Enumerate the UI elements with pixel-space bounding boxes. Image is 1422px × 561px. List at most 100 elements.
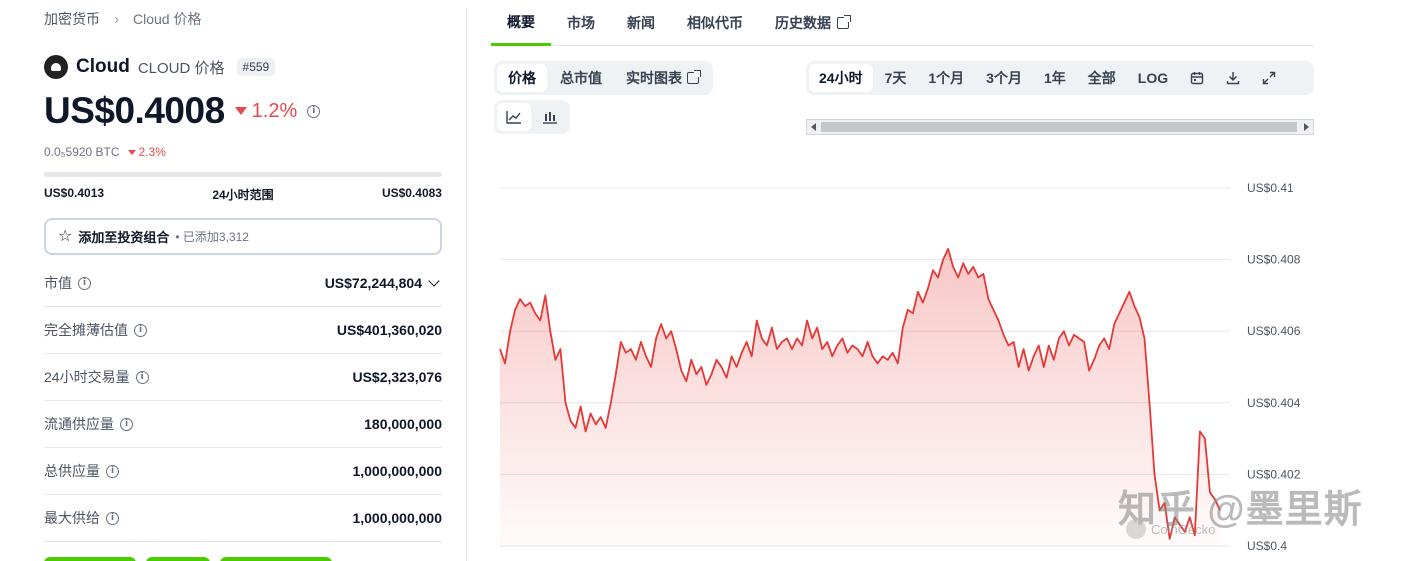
range-progress-bar — [44, 172, 442, 177]
info-icon[interactable]: i — [106, 464, 119, 478]
external-link-icon — [687, 70, 701, 84]
coingecko-logo-icon — [1126, 519, 1146, 539]
download-button[interactable] — [1216, 64, 1250, 92]
info-icon[interactable]: i — [120, 417, 133, 431]
caret-down-icon — [234, 107, 247, 115]
tab-similar-coins[interactable]: 相似代币 — [671, 0, 759, 46]
candlestick-icon — [543, 112, 557, 124]
stat-label: 流通供应量 — [44, 416, 114, 432]
portfolio-label: 添加至投资组合 — [78, 230, 170, 245]
range-24h-button[interactable]: 24小时 — [809, 64, 873, 92]
stat-row-max-supply: 最大供给 i 1,000,000,000 — [44, 495, 442, 542]
range-3m-button[interactable]: 3个月 — [976, 64, 1032, 92]
price-change-24h: 1.2% — [234, 99, 298, 123]
info-icon[interactable]: i — [307, 104, 321, 118]
column-divider — [466, 8, 467, 561]
coin-name: Cloud — [76, 56, 130, 77]
action-button[interactable] — [44, 557, 136, 561]
range-1y-button[interactable]: 1年 — [1034, 64, 1076, 92]
info-icon[interactable]: i — [106, 511, 119, 525]
calendar-button[interactable] — [1180, 64, 1214, 92]
action-button[interactable] — [220, 557, 332, 561]
stat-row-volume: 24小时交易量 i US$2,323,076 — [44, 354, 442, 401]
range-7d-button[interactable]: 7天 — [875, 64, 917, 92]
y-tick-label: US$0.404 — [1247, 396, 1301, 410]
chevron-right-icon: › — [114, 10, 119, 28]
range-high: US$0.4083 — [381, 186, 442, 200]
tab-overview[interactable]: 概要 — [491, 0, 551, 46]
external-link-icon — [837, 15, 851, 29]
btc-price-row: 0.0₅5920 BTC 2.3% — [44, 145, 166, 159]
stat-row-total-supply: 总供应量 i 1,000,000,000 — [44, 448, 442, 495]
y-tick-label: US$0.41 — [1247, 181, 1294, 195]
range-low: US$0.4013 — [44, 186, 105, 200]
main-tabs: 概要 市场 新闻 相似代币 历史数据 — [491, 0, 1314, 46]
stat-row-market-cap[interactable]: 市值 i US$72,244,804 — [44, 260, 442, 307]
add-to-portfolio-button[interactable]: ☆ 添加至投资组合 • 已添加3,312 — [44, 218, 442, 255]
stat-row-circulating-supply: 流通供应量 i 180,000,000 — [44, 401, 442, 448]
stat-value: US$401,360,020 — [336, 322, 442, 338]
breadcrumb-root-link[interactable]: 加密货币 — [44, 9, 100, 29]
scroll-left-arrow-icon[interactable] — [811, 123, 816, 131]
line-chart-icon — [506, 111, 521, 124]
chevron-down-icon[interactable] — [428, 275, 440, 287]
line-chart-button[interactable] — [497, 103, 531, 131]
stat-value: US$2,323,076 — [352, 369, 442, 385]
y-tick-label: US$0.4 — [1247, 539, 1287, 553]
mode-live-chart-label: 实时图表 — [626, 70, 682, 86]
time-range-selector: 24小时 7天 1个月 3个月 1年 全部 LOG — [806, 61, 1314, 95]
coin-header: Cloud CLOUD 价格 #559 — [44, 55, 276, 79]
tab-historical-data[interactable]: 历史数据 — [759, 0, 865, 46]
chart-type-selector — [494, 100, 570, 134]
mode-market-cap-button[interactable]: 总市值 — [549, 64, 613, 92]
portfolio-added-count: • 已添加3,312 — [175, 230, 249, 244]
range-1m-button[interactable]: 1个月 — [918, 64, 974, 92]
y-tick-label: US$0.406 — [1247, 324, 1301, 338]
download-icon — [1226, 72, 1240, 85]
mode-price-button[interactable]: 价格 — [497, 64, 547, 92]
coin-symbol: CLOUD 价格 — [137, 59, 225, 77]
stat-value: 1,000,000,000 — [352, 510, 442, 526]
coingecko-watermark: CoinGecko — [1126, 519, 1215, 539]
scrollbar-thumb[interactable] — [821, 122, 1297, 132]
price-area-fill — [500, 248, 1220, 546]
action-button[interactable] — [146, 557, 210, 561]
y-tick-label: US$0.408 — [1247, 253, 1301, 267]
range-24h: US$0.4013 24小时范围 US$0.4083 — [44, 186, 442, 203]
attribution-text: CoinGecko — [1151, 521, 1216, 537]
coin-logo-icon — [44, 55, 68, 79]
tab-markets[interactable]: 市场 — [551, 0, 611, 46]
stat-label: 24小时交易量 — [44, 369, 130, 385]
star-icon: ☆ — [58, 227, 73, 245]
breadcrumb: 加密货币 › Cloud 价格 — [44, 9, 201, 29]
coin-summary-panel: 加密货币 › Cloud 价格 Cloud CLOUD 价格 #559 US$0… — [44, 0, 442, 561]
calendar-icon — [1190, 72, 1204, 85]
range-label: 24小时范围 — [212, 188, 274, 202]
scroll-right-arrow-icon[interactable] — [1304, 123, 1309, 131]
info-icon[interactable]: i — [134, 323, 147, 337]
stat-label: 市值 — [44, 275, 72, 291]
range-all-button[interactable]: 全部 — [1078, 64, 1126, 92]
rank-badge: #559 — [236, 58, 276, 76]
btc-change: 2.3% — [127, 145, 166, 159]
stat-label: 完全摊薄估值 — [44, 322, 128, 338]
info-icon[interactable]: i — [78, 276, 91, 290]
fullscreen-button[interactable] — [1252, 64, 1286, 92]
candlestick-chart-button[interactable] — [533, 103, 567, 131]
btc-change-value: 2.3% — [138, 145, 166, 159]
current-price: US$0.4008 — [44, 90, 225, 131]
log-scale-button[interactable]: LOG — [1128, 64, 1178, 92]
price-row: US$0.4008 1.2% i — [44, 90, 321, 132]
expand-icon — [1262, 71, 1276, 85]
info-icon[interactable]: i — [135, 370, 149, 384]
stat-label: 最大供给 — [44, 510, 100, 526]
breadcrumb-current: Cloud 价格 — [133, 11, 202, 27]
chart-mode-selector: 价格 总市值 实时图表 — [494, 61, 713, 95]
stat-value: US$72,244,804 — [324, 275, 422, 291]
mode-live-chart-button[interactable]: 实时图表 — [615, 64, 710, 92]
stat-row-fdv: 完全摊薄估值 i US$401,360,020 — [44, 307, 442, 354]
stat-value: 1,000,000,000 — [352, 463, 442, 479]
chart-navigator-scrollbar[interactable] — [806, 119, 1314, 135]
tab-news[interactable]: 新闻 — [611, 0, 671, 46]
price-change-value: 1.2% — [251, 99, 298, 122]
